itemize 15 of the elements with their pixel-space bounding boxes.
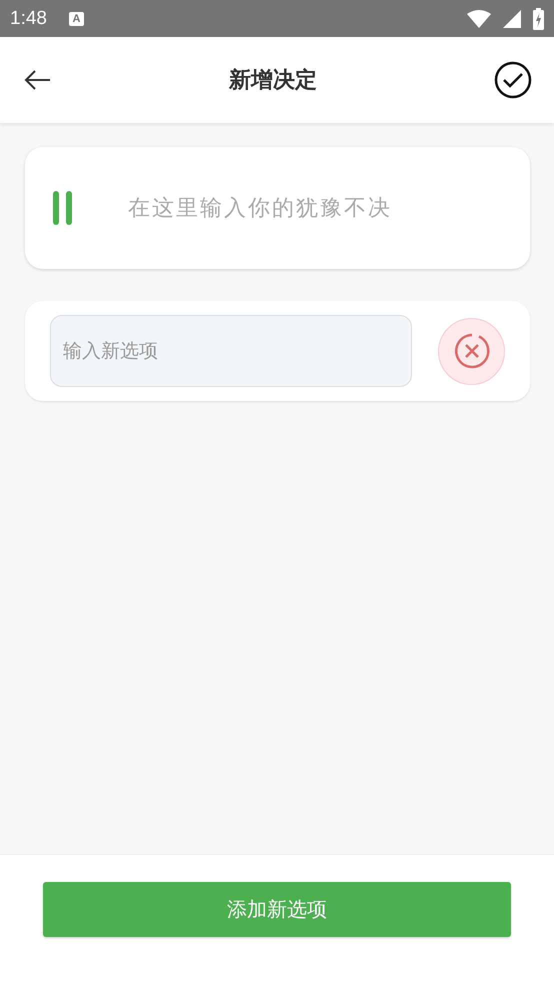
option-input[interactable]: 输入新选项	[50, 315, 412, 387]
question-input[interactable]: 在这里输入你的犹豫不决	[126, 194, 530, 222]
notification-icon: A	[68, 12, 84, 26]
status-time: 1:48	[10, 8, 47, 30]
signal-icon	[503, 10, 521, 28]
back-button[interactable]	[24, 70, 52, 90]
confirm-button[interactable]	[494, 61, 532, 99]
close-circle-icon	[452, 332, 490, 370]
page-title: 新增决定	[229, 66, 317, 95]
check-circle-icon	[494, 61, 532, 99]
add-option-button[interactable]: 添加新选项	[43, 882, 511, 937]
battery-icon	[533, 8, 544, 30]
back-arrow-icon	[24, 70, 52, 90]
pause-bars-icon	[52, 191, 74, 225]
wifi-icon	[467, 10, 491, 28]
